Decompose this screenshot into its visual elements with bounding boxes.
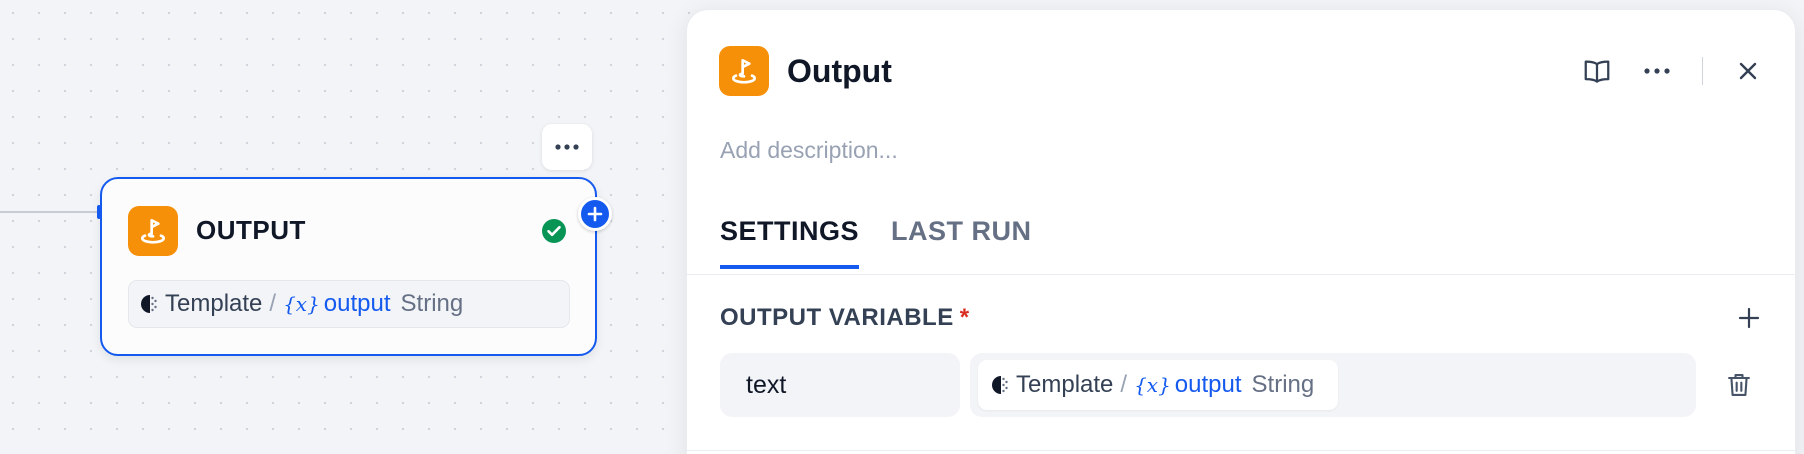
actions-divider: [1702, 57, 1703, 85]
output-node[interactable]: OUTPUT Template / {x} output String: [100, 177, 597, 356]
variable-separator: /: [1120, 371, 1128, 398]
incoming-edge: [0, 211, 98, 213]
node-icon: [128, 206, 178, 256]
more-horizontal-icon: [555, 144, 579, 150]
delete-variable-button[interactable]: [1720, 366, 1758, 404]
variable-separator: /: [269, 290, 277, 317]
check-circle-icon: [542, 219, 566, 243]
panel-tabs: SETTINGS LAST RUN: [720, 216, 1032, 269]
trash-icon: [1728, 374, 1750, 396]
variable-type: String: [1251, 371, 1315, 398]
required-mark: *: [959, 304, 970, 331]
variable-source: Template: [165, 290, 263, 317]
close-icon: [1739, 62, 1757, 80]
output-variable-row: Template / {x} output String: [720, 353, 1790, 417]
variable-name: output: [323, 290, 391, 317]
output-variable-label: OUTPUT VARIABLE *: [720, 304, 970, 332]
docs-button[interactable]: [1578, 52, 1616, 90]
template-icon: [141, 295, 157, 313]
tab-last-run[interactable]: LAST RUN: [891, 216, 1032, 269]
template-icon: [992, 376, 1008, 394]
book-open-icon: [1584, 60, 1610, 83]
node-title: OUTPUT: [196, 215, 306, 245]
node-config-panel: Output Add description... SETTINGS LAST …: [686, 9, 1796, 454]
more-horizontal-icon: [1644, 68, 1670, 74]
output-variable-label-text: OUTPUT VARIABLE: [720, 304, 954, 331]
variable-source: Template: [1016, 371, 1114, 398]
tab-settings[interactable]: SETTINGS: [720, 216, 860, 269]
panel-section-divider: [687, 450, 1795, 451]
plus-icon: [1738, 307, 1760, 329]
node-more-button[interactable]: [542, 124, 592, 170]
panel-title[interactable]: Output: [787, 53, 892, 90]
panel-more-button[interactable]: [1638, 52, 1676, 90]
variable-selector[interactable]: Template / {x} output String: [970, 353, 1696, 417]
tabs-divider: [687, 274, 1795, 275]
add-next-node-button[interactable]: [578, 197, 612, 231]
variable-icon: {x}: [283, 292, 320, 316]
variable-key-input[interactable]: [720, 353, 960, 417]
selected-variable-chip[interactable]: Template / {x} output String: [978, 360, 1338, 410]
flag-location-icon: [141, 219, 165, 244]
node-input-handle[interactable]: [97, 205, 101, 219]
panel-node-icon: [719, 46, 769, 96]
variable-type: String: [400, 290, 464, 317]
variable-name: output: [1174, 371, 1242, 398]
panel-actions: [1578, 52, 1767, 90]
close-panel-button[interactable]: [1729, 52, 1767, 90]
plus-icon: [587, 206, 603, 222]
flag-location-icon: [732, 59, 756, 84]
variable-icon: {x}: [1134, 373, 1171, 397]
node-output-variable: Template / {x} output String: [128, 280, 570, 328]
add-output-variable-button[interactable]: [1731, 300, 1767, 336]
description-input[interactable]: Add description...: [720, 137, 898, 164]
